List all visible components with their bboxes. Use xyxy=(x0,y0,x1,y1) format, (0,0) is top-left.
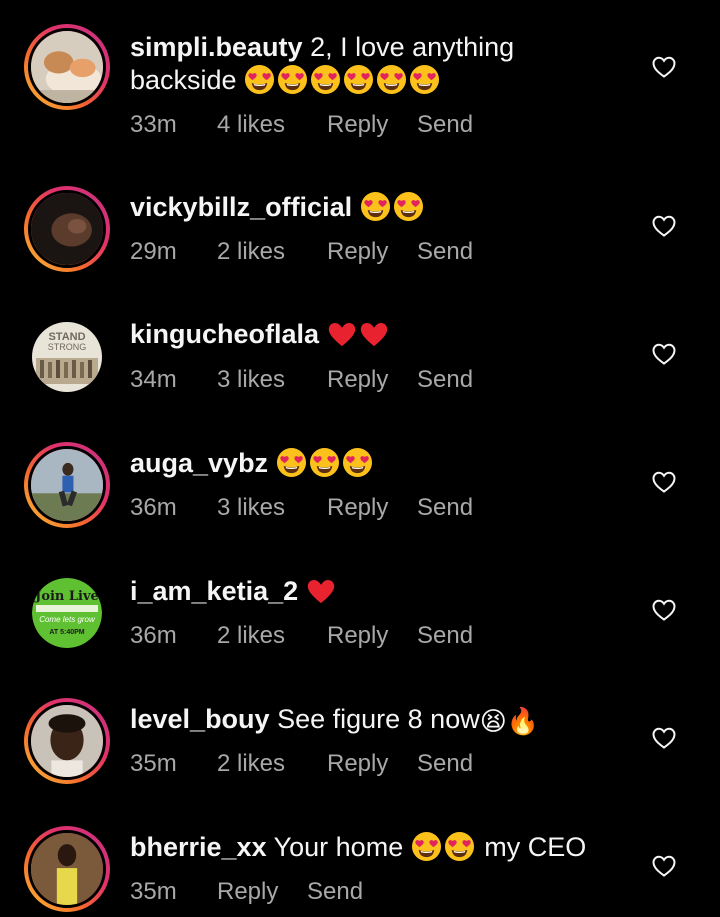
comment-meta: 29m 2 likes Reply Send xyxy=(130,238,473,266)
heart-eyes-emoji xyxy=(376,64,407,95)
red-heart-emoji xyxy=(306,577,336,605)
comment-time: 36m xyxy=(130,494,177,521)
comment-meta: 36m 2 likes Reply Send xyxy=(130,622,473,650)
heart-eyes-emoji xyxy=(444,831,475,862)
avatar-container[interactable]: Join Live Come lets grow AT 5:40PM xyxy=(24,570,110,656)
comment-text-line-1: kingucheoflala xyxy=(130,318,391,351)
comment-username[interactable]: level_bouy xyxy=(130,704,270,734)
comment-time: 33m xyxy=(130,111,177,138)
comment-meta: 35m Reply Send xyxy=(130,878,363,906)
heart-eyes-emoji xyxy=(309,447,340,478)
likes-count[interactable]: 2 likes xyxy=(217,238,327,266)
svg-text:Come lets grow: Come lets grow xyxy=(39,615,96,624)
reply-button[interactable]: Reply xyxy=(327,494,417,522)
send-button[interactable]: Send xyxy=(417,494,473,522)
story-ring[interactable] xyxy=(24,698,110,784)
avatar[interactable] xyxy=(28,446,106,524)
heart-eyes-emoji xyxy=(411,831,442,862)
heart-eyes-emoji xyxy=(244,64,275,95)
comment-username[interactable]: auga_vybz xyxy=(130,448,268,478)
heart-eyes-emoji xyxy=(343,64,374,95)
comment-time: 35m xyxy=(130,878,177,905)
reply-button[interactable]: Reply xyxy=(327,238,417,266)
heart-eyes-emoji xyxy=(277,64,308,95)
avatar[interactable] xyxy=(28,28,106,106)
comment-meta: 35m 2 likes Reply Send xyxy=(130,750,473,778)
comment-time: 35m xyxy=(130,750,177,777)
svg-text:Join Live: Join Live xyxy=(34,589,99,604)
comment-text-line-1: auga_vybz xyxy=(130,447,375,480)
avatar[interactable] xyxy=(28,190,106,268)
likes-count[interactable]: 3 likes xyxy=(217,494,327,522)
avatar[interactable]: Join Live Come lets grow AT 5:40PM xyxy=(32,578,102,648)
comment-text-continued: my CEO xyxy=(484,832,587,862)
heart-eyes-emoji xyxy=(360,191,391,222)
heart-eyes-emoji xyxy=(342,447,373,478)
send-button[interactable]: Send xyxy=(417,622,473,650)
heart-icon[interactable] xyxy=(652,343,676,365)
svg-text:AT 5:40PM: AT 5:40PM xyxy=(49,629,84,636)
svg-text:STRONG: STRONG xyxy=(48,342,87,352)
comment-text: See figure 8 now xyxy=(277,704,480,734)
story-ring[interactable] xyxy=(24,826,110,912)
comment-username[interactable]: simpli.beauty xyxy=(130,32,303,62)
comment-meta: 36m 3 likes Reply Send xyxy=(130,494,473,522)
tired-face-emoji: 😫 xyxy=(479,707,507,737)
comment-text-line-1: simpli.beauty 2, I love anything xyxy=(130,31,514,64)
story-ring[interactable] xyxy=(24,186,110,272)
comment-text-line-2: backside xyxy=(130,64,442,97)
heart-icon[interactable] xyxy=(652,215,676,237)
likes-count[interactable]: 2 likes xyxy=(217,750,327,778)
heart-icon[interactable] xyxy=(652,599,676,621)
comment-username[interactable]: kingucheoflala xyxy=(130,319,319,349)
comment-time: 34m xyxy=(130,366,177,393)
comment-text-continued: backside xyxy=(130,65,237,95)
send-button[interactable]: Send xyxy=(417,238,473,266)
likes-count[interactable]: 3 likes xyxy=(217,366,327,394)
comment-time: 36m xyxy=(130,622,177,649)
heart-eyes-emoji xyxy=(409,64,440,95)
story-ring[interactable] xyxy=(24,442,110,528)
comment-username[interactable]: vickybillz_official xyxy=(130,192,352,222)
comment-text-line-1: vickybillz_official xyxy=(130,191,426,224)
likes-count[interactable]: 4 likes xyxy=(217,111,327,139)
avatar[interactable] xyxy=(28,702,106,780)
comment-text-line-1: i_am_ketia_2 xyxy=(130,575,338,608)
comment-time: 29m xyxy=(130,238,177,265)
comment-meta: 33m 4 likes Reply Send xyxy=(130,111,473,139)
comment-meta: 34m 3 likes Reply Send xyxy=(130,366,473,394)
heart-icon[interactable] xyxy=(652,56,676,78)
avatar[interactable] xyxy=(28,830,106,908)
fire-emoji: 🔥 xyxy=(506,707,540,737)
send-button[interactable]: Send xyxy=(417,366,473,394)
comment-text: Your home xyxy=(273,832,404,862)
red-heart-emoji xyxy=(359,320,389,348)
heart-icon[interactable] xyxy=(652,727,676,749)
heart-eyes-emoji xyxy=(276,447,307,478)
comment-username[interactable]: bherrie_xx xyxy=(130,832,267,862)
send-button[interactable]: Send xyxy=(307,878,363,906)
send-button[interactable]: Send xyxy=(417,750,473,778)
comment-text: 2, I love anything xyxy=(310,32,515,62)
heart-icon[interactable] xyxy=(652,471,676,493)
reply-button[interactable]: Reply xyxy=(327,622,417,650)
reply-button[interactable]: Reply xyxy=(217,878,307,906)
comment-username[interactable]: i_am_ketia_2 xyxy=(130,576,298,606)
send-button[interactable]: Send xyxy=(417,111,473,139)
avatar[interactable]: STAND STRONG xyxy=(32,322,102,392)
reply-button[interactable]: Reply xyxy=(327,366,417,394)
comment-text-line-1: level_bouy See figure 8 now😫🔥 xyxy=(130,703,539,739)
likes-count[interactable]: 2 likes xyxy=(217,622,327,650)
avatar-container[interactable]: STAND STRONG xyxy=(24,314,110,400)
reply-button[interactable]: Reply xyxy=(327,111,417,139)
comment-text-line-1: bherrie_xx Your home my CEO xyxy=(130,831,586,864)
reply-button[interactable]: Reply xyxy=(327,750,417,778)
heart-eyes-emoji xyxy=(393,191,424,222)
red-heart-emoji xyxy=(327,320,357,348)
heart-eyes-emoji xyxy=(310,64,341,95)
story-ring[interactable] xyxy=(24,24,110,110)
heart-icon[interactable] xyxy=(652,855,676,877)
